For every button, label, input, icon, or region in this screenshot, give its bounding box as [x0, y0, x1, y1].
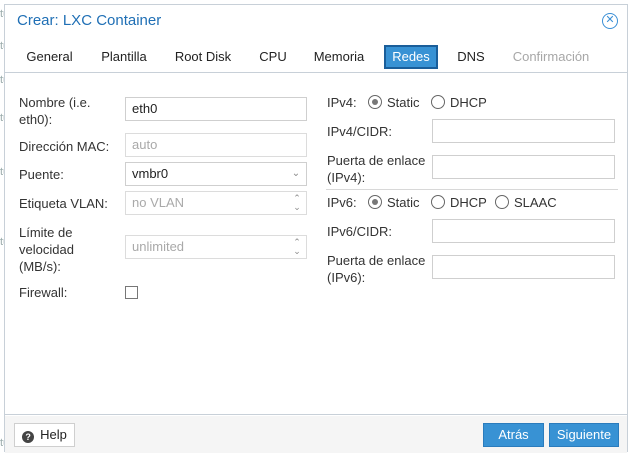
- dialog-footer: ? Help Atrás Siguiente: [5, 416, 627, 453]
- vlan-placeholder: no VLAN: [132, 195, 185, 210]
- gateway-ipv4-label: Puerta de enlace (IPv4):: [327, 153, 426, 185]
- ipv6-dhcp-radio[interactable]: [431, 195, 445, 209]
- tab-root-disk[interactable]: Root Disk: [168, 45, 238, 69]
- tab-plantilla[interactable]: Plantilla: [93, 45, 155, 69]
- bridge-label: Puente:: [19, 167, 64, 182]
- name-label: Nombre (i.e. eth0):: [19, 95, 91, 127]
- vlan-input[interactable]: no VLAN ⌃ ⌄: [125, 191, 307, 215]
- dialog-title: Crear: LXC Container: [17, 12, 162, 29]
- gateway-ipv6-input[interactable]: [432, 255, 615, 279]
- spinner-icon[interactable]: ⌃ ⌄: [291, 238, 303, 256]
- firewall-label: Firewall:: [19, 285, 68, 300]
- next-button[interactable]: Siguiente: [549, 423, 619, 447]
- help-label: Help: [40, 427, 67, 442]
- ipv6-cidr-input[interactable]: [432, 219, 615, 243]
- ipv4-cidr-input[interactable]: [432, 119, 615, 143]
- ipv4-cidr-label: IPv4/CIDR:: [327, 124, 393, 139]
- vlan-label: Etiqueta VLAN:: [19, 196, 108, 211]
- rate-limit-input[interactable]: unlimited ⌃ ⌄: [125, 235, 307, 259]
- tab-redes[interactable]: Redes: [384, 45, 438, 69]
- ipv4-static-radio[interactable]: [368, 95, 382, 109]
- bridge-value: vmbr0: [132, 166, 169, 181]
- back-button[interactable]: Atrás: [483, 423, 544, 447]
- ipv6-cidr-label: IPv6/CIDR:: [327, 224, 393, 239]
- spinner-icon[interactable]: ⌃ ⌄: [291, 194, 303, 212]
- firewall-checkbox[interactable]: [125, 286, 138, 299]
- ipv6-static-radio[interactable]: [368, 195, 382, 209]
- help-icon: ?: [22, 431, 35, 443]
- mac-label: Dirección MAC:: [19, 139, 110, 154]
- ipv6-dhcp-label: DHCP: [450, 195, 487, 210]
- rate-limit-placeholder: unlimited: [132, 239, 185, 254]
- ipv4-dhcp-label: DHCP: [450, 95, 487, 110]
- close-icon[interactable]: ✕: [602, 13, 618, 29]
- ipv6-label: IPv6:: [327, 195, 357, 210]
- name-input[interactable]: eth0: [125, 97, 307, 121]
- create-container-dialog: Crear: LXC Container ✕ General Plantilla…: [4, 4, 628, 453]
- rate-limit-label: Límite de velocidad (MB/s):: [19, 225, 74, 274]
- tab-general[interactable]: General: [17, 45, 82, 69]
- ipv4-dhcp-radio[interactable]: [431, 95, 445, 109]
- dialog-titlebar: Crear: LXC Container ✕: [5, 5, 627, 39]
- network-form: Nombre (i.e. eth0): eth0 Dirección MAC: …: [5, 74, 627, 415]
- gateway-ipv4-input[interactable]: [432, 155, 615, 179]
- tab-cpu[interactable]: CPU: [251, 45, 295, 69]
- tab-memoria[interactable]: Memoria: [307, 45, 371, 69]
- help-button[interactable]: ? Help: [14, 423, 75, 447]
- ipv6-slaac-label: SLAAC: [514, 195, 557, 210]
- gateway-ipv6-label: Puerta de enlace (IPv6):: [327, 253, 426, 285]
- wizard-tabs: General Plantilla Root Disk CPU Memoria …: [5, 39, 627, 73]
- chevron-down-icon[interactable]: ⌄: [290, 163, 302, 185]
- ipv6-static-label: Static: [387, 195, 420, 210]
- ipv4-static-label: Static: [387, 95, 420, 110]
- tab-dns[interactable]: DNS: [450, 45, 492, 69]
- ipv6-slaac-radio[interactable]: [495, 195, 509, 209]
- section-divider: [326, 189, 618, 190]
- ipv4-label: IPv4:: [327, 95, 357, 110]
- tab-confirmacion: Confirmación: [512, 49, 590, 64]
- mac-input[interactable]: auto: [125, 133, 307, 157]
- bridge-select[interactable]: vmbr0 ⌄: [125, 162, 307, 186]
